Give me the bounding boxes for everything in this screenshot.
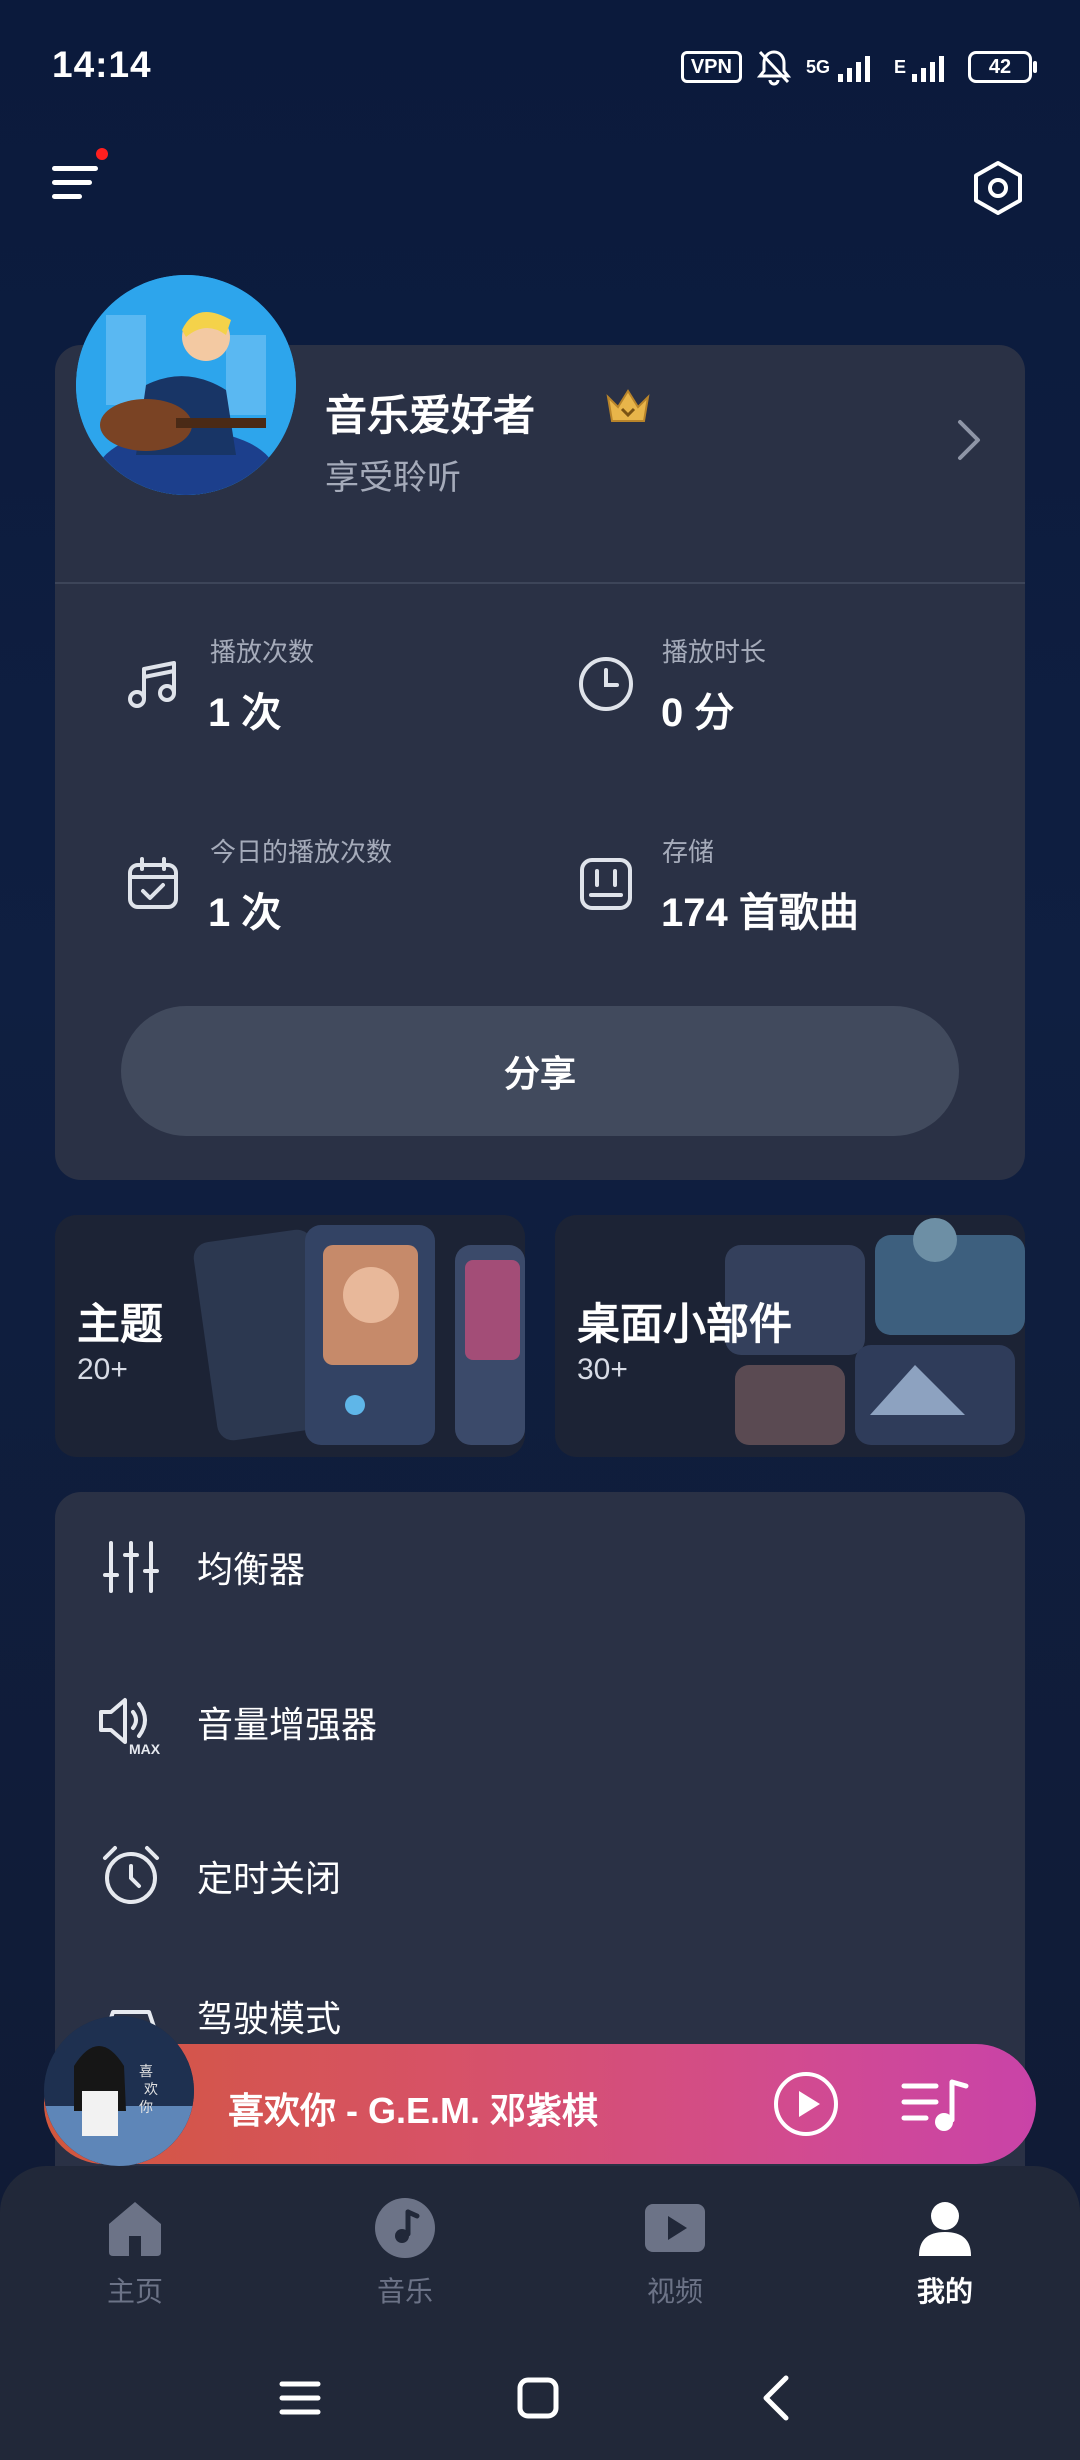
stat-label-play-duration: 播放时长 xyxy=(662,637,767,667)
username: 音乐爱好者 xyxy=(325,392,536,439)
volume-max-icon: MAX xyxy=(99,1698,161,1757)
menu-item-equalizer[interactable]: 均衡器 xyxy=(95,1517,305,1617)
widgets-tile[interactable]: 桌面小部件 30+ xyxy=(555,1215,1025,1457)
profile-icon xyxy=(919,2202,971,2256)
themes-tile-count: 20+ xyxy=(77,1353,128,1386)
menu-item-volume-booster[interactable]: MAX 音量增强器 xyxy=(95,1672,377,1772)
system-back-icon[interactable] xyxy=(748,2368,808,2428)
music-icon xyxy=(375,2198,435,2258)
signal-icon xyxy=(837,56,870,82)
menu-item-label: 音量增强器 xyxy=(197,1704,378,1745)
nav-profile[interactable]: 我的 xyxy=(845,2196,1045,2310)
equalizer-icon xyxy=(103,1541,159,1593)
nav-video[interactable]: 视频 xyxy=(575,2196,775,2310)
menu-item-label: 定时关闭 xyxy=(197,1858,342,1899)
stat-label-play-count: 播放次数 xyxy=(210,637,315,667)
calendar-check-icon xyxy=(128,857,178,909)
menu-button[interactable] xyxy=(52,148,108,206)
stat-label-storage: 存储 xyxy=(662,837,715,867)
alarm-icon xyxy=(103,1846,159,1904)
svg-text:MAX: MAX xyxy=(129,1741,161,1757)
bell-off-icon xyxy=(756,50,792,86)
chevron-right-icon[interactable] xyxy=(954,418,984,462)
widgets-tile-count: 30+ xyxy=(577,1353,628,1386)
play-icon[interactable] xyxy=(772,2070,840,2138)
svg-text:欢: 欢 xyxy=(144,2082,158,2098)
nav-music[interactable]: 音乐 xyxy=(305,2196,505,2310)
music-note-icon xyxy=(128,661,176,708)
svg-text:喜: 喜 xyxy=(139,2064,153,2080)
system-home-icon[interactable] xyxy=(508,2368,568,2428)
themes-tile-title: 主题 xyxy=(77,1301,163,1349)
share-button[interactable]: 分享 xyxy=(121,1006,959,1136)
menu-item-label: 驾驶模式 xyxy=(197,1998,342,2039)
status-icons: VPN 5G E 42 xyxy=(680,48,1037,86)
stat-value-play-duration: 0 分 xyxy=(661,691,735,735)
menu-item-sleep-timer[interactable]: 定时关闭 xyxy=(95,1826,341,1926)
clock-icon xyxy=(579,657,633,711)
crown-icon xyxy=(606,389,650,422)
network-5g-label: 5G xyxy=(805,56,830,77)
profile-tagline: 享受聆听 xyxy=(325,459,461,497)
widgets-tile-title: 桌面小部件 xyxy=(577,1301,792,1349)
stat-value-play-count: 1 次 xyxy=(208,691,282,735)
album-cover[interactable]: 喜 欢 你 xyxy=(44,2016,194,2166)
notification-dot xyxy=(96,148,108,160)
nav-home[interactable]: 主页 xyxy=(35,2196,235,2310)
video-icon xyxy=(645,2204,705,2252)
nav-music-label: 音乐 xyxy=(376,2276,433,2307)
avatar[interactable] xyxy=(76,275,296,495)
storage-icon xyxy=(580,858,632,910)
vpn-badge: VPN xyxy=(680,51,742,83)
svg-text:你: 你 xyxy=(139,2100,153,2116)
nav-video-label: 视频 xyxy=(646,2276,703,2307)
settings-hex-icon[interactable] xyxy=(970,160,1026,216)
stat-label-today-plays: 今日的播放次数 xyxy=(210,837,393,867)
stat-value-storage: 174 首歌曲 xyxy=(661,891,859,935)
now-playing-title: 喜欢你 - G.E.M. 邓紫棋 xyxy=(228,2090,599,2131)
battery-indicator: 42 xyxy=(968,51,1037,83)
stat-value-today-plays: 1 次 xyxy=(208,891,282,935)
playlist-icon[interactable] xyxy=(900,2076,970,2134)
card-divider xyxy=(55,582,1025,584)
network-e-label: E xyxy=(893,56,906,77)
system-menu-icon[interactable] xyxy=(270,2368,330,2428)
signal-icon-2 xyxy=(912,56,944,82)
status-time: 14:14 xyxy=(52,44,152,85)
nav-home-label: 主页 xyxy=(106,2276,163,2307)
home-icon xyxy=(109,2202,161,2256)
themes-tile[interactable]: 主题 20+ xyxy=(55,1215,525,1457)
menu-item-label: 均衡器 xyxy=(197,1549,306,1590)
nav-profile-label: 我的 xyxy=(916,2276,973,2307)
